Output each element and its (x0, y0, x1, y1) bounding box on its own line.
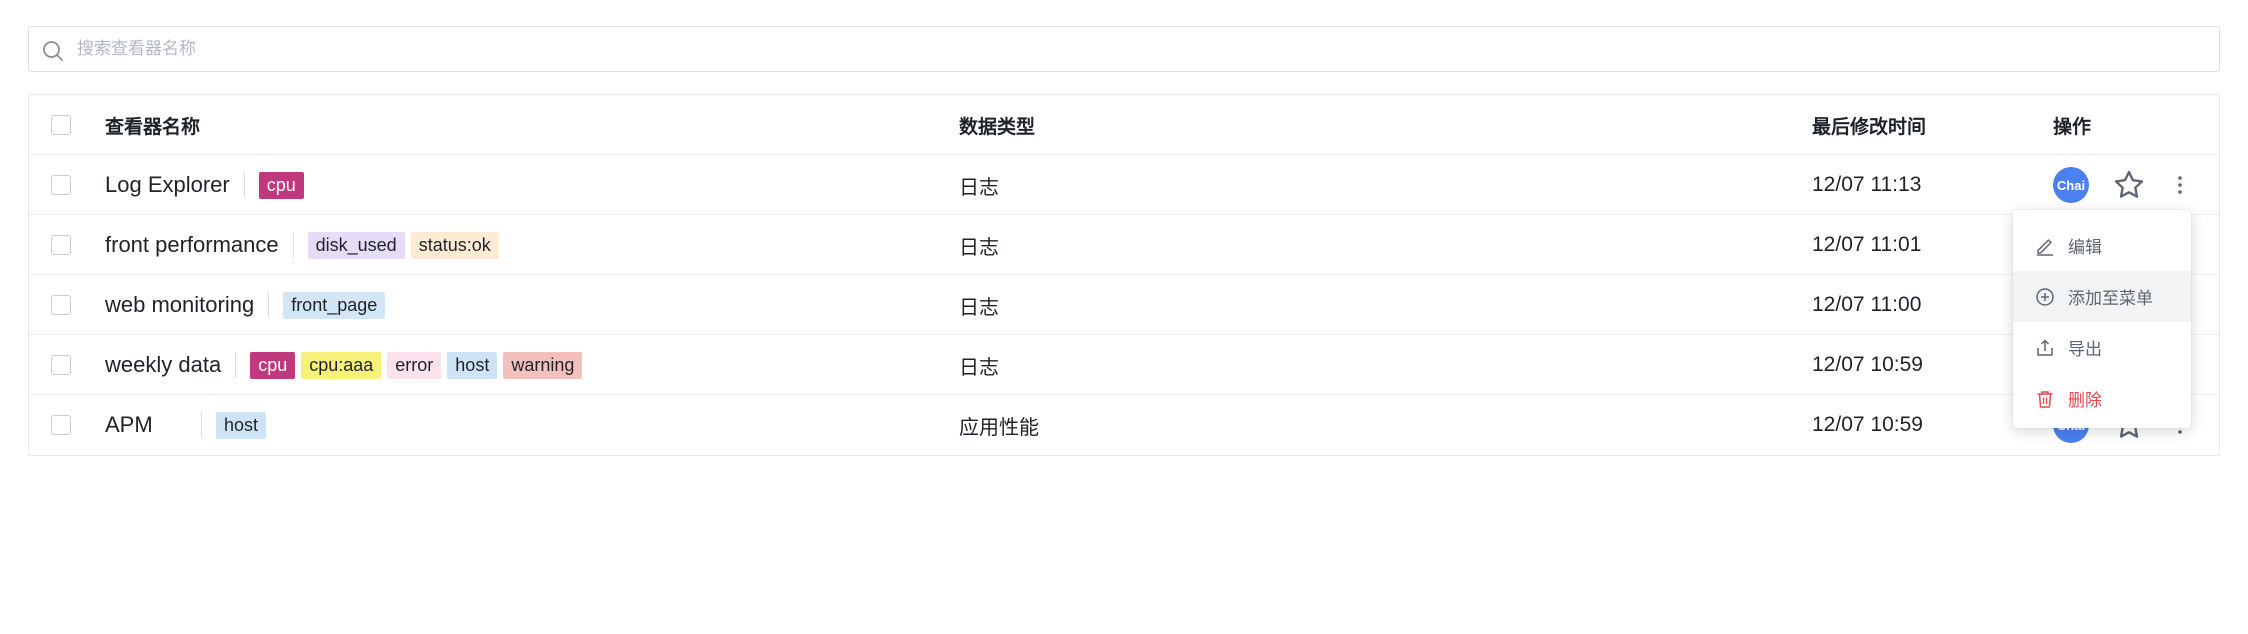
tag: status:ok (410, 231, 499, 259)
viewer-name[interactable]: web monitoring (105, 292, 254, 318)
tag: front_page (283, 291, 386, 319)
divider (292, 232, 294, 258)
search-icon (43, 41, 63, 61)
table-row[interactable]: web monitoring front_page 日志 12/07 11:00 (29, 275, 2219, 335)
data-type: 日志 (959, 234, 999, 259)
export-icon (2037, 338, 2053, 356)
divider (235, 352, 237, 378)
search-box[interactable] (28, 26, 2220, 72)
divider (243, 172, 245, 198)
viewer-name-cell: APM host (105, 395, 272, 455)
column-header-name: 查看器名称 (105, 115, 201, 138)
menu-label: 删除 (2068, 391, 2102, 411)
modified-time: 12/07 11:13 (1812, 173, 1922, 196)
menu-label: 导出 (2068, 340, 2102, 360)
modified-time: 12/07 10:59 (1812, 413, 1923, 436)
tag: warning (503, 351, 583, 379)
viewer-name[interactable]: weekly data (105, 352, 221, 378)
tag: cpu:aaa (301, 351, 382, 379)
divider (268, 292, 270, 318)
add-circle-icon (2036, 287, 2054, 306)
avatar[interactable]: Chai (2053, 167, 2089, 203)
modified-time: 12/07 10:59 (1812, 353, 1923, 376)
edit-icon (2037, 238, 2053, 256)
menu-label: 编辑 (2068, 238, 2102, 258)
tag: host (447, 351, 498, 379)
viewer-name-cell: Log Explorer cpu (105, 155, 310, 215)
menu-item-delete[interactable]: 删除 (2013, 373, 2191, 424)
column-header-modified: 最后修改时间 (1812, 115, 1927, 138)
table-row[interactable]: Log Explorer cpu 日志 12/07 11:13 Chai (29, 155, 2219, 215)
star-icon[interactable] (2112, 168, 2146, 202)
menu-label: 添加至菜单 (2068, 289, 2153, 309)
menu-item-edit[interactable]: 编辑 (2013, 220, 2191, 271)
row-actions-menu: 编辑 添加至菜单 导出 删除 (2013, 210, 2191, 428)
table-row[interactable]: APM host 应用性能 12/07 10:59 Chai (29, 395, 2219, 455)
tag: host (216, 411, 267, 439)
tag: error (387, 351, 442, 379)
viewer-name[interactable]: Log Explorer (105, 172, 230, 198)
divider (201, 412, 202, 438)
data-type: 日志 (959, 294, 999, 319)
data-type: 日志 (959, 174, 999, 199)
data-type: 日志 (959, 354, 999, 379)
tag: cpu (258, 171, 304, 199)
menu-item-export[interactable]: 导出 (2013, 322, 2191, 373)
viewer-name-cell: weekly data cpu cpu:aaa error host warni… (105, 335, 588, 395)
column-header-type: 数据类型 (959, 115, 1036, 138)
tag: disk_used (307, 231, 405, 259)
row-checkbox[interactable] (51, 355, 71, 375)
search-input[interactable] (77, 27, 2177, 71)
viewer-name[interactable]: APM (105, 412, 187, 438)
viewer-name[interactable]: front performance (105, 232, 279, 258)
row-checkbox[interactable] (51, 415, 71, 435)
table-row[interactable]: front performance disk_used status:ok 日志… (29, 215, 2219, 275)
row-checkbox[interactable] (51, 295, 71, 315)
trash-icon (2037, 390, 2053, 408)
row-checkbox[interactable] (51, 235, 71, 255)
data-type: 应用性能 (959, 414, 1039, 439)
table-row[interactable]: weekly data cpu cpu:aaa error host warni… (29, 335, 2219, 395)
viewer-name-cell: web monitoring front_page (105, 275, 391, 335)
row-checkbox[interactable] (51, 175, 71, 195)
modified-time: 12/07 11:00 (1812, 293, 1922, 316)
tag: cpu (250, 351, 296, 379)
select-all-checkbox[interactable] (51, 115, 71, 135)
viewer-name-cell: front performance disk_used status:ok (105, 215, 505, 275)
viewer-table: 查看器名称 数据类型 最后修改时间 操作 Log Explorer cpu 日志… (28, 94, 2220, 456)
more-icon[interactable] (2170, 170, 2190, 200)
table-header-row: 查看器名称 数据类型 最后修改时间 操作 (29, 95, 2219, 155)
menu-item-add-to-menu[interactable]: 添加至菜单 (2013, 271, 2191, 322)
modified-time: 12/07 11:01 (1812, 233, 1922, 256)
column-header-actions: 操作 (2053, 115, 2092, 138)
